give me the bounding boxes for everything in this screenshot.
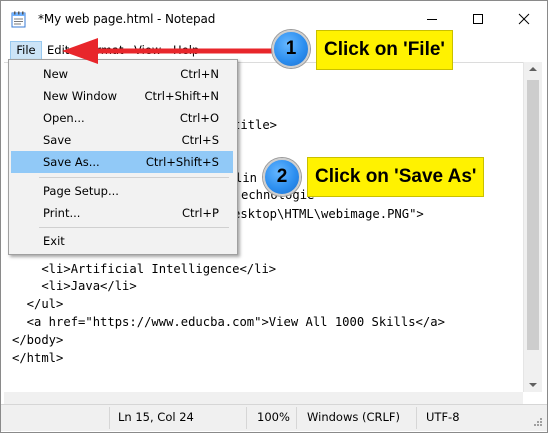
scroll-down-icon[interactable] bbox=[529, 382, 537, 388]
menu-separator bbox=[39, 227, 229, 228]
callout-save-as: Click on 'Save As' bbox=[307, 157, 485, 197]
status-divider bbox=[246, 407, 247, 429]
menu-item-exit[interactable]: Exit bbox=[11, 230, 233, 252]
code-line: lin bbox=[235, 171, 258, 185]
status-divider bbox=[416, 407, 417, 429]
code-line: <li>Java</li> bbox=[12, 279, 137, 293]
horizontal-scrollbar[interactable] bbox=[4, 392, 523, 404]
menu-edit[interactable]: Edit bbox=[47, 42, 69, 59]
close-button[interactable] bbox=[501, 1, 547, 37]
status-divider bbox=[296, 407, 297, 429]
resize-grip-icon[interactable] bbox=[531, 417, 543, 429]
step-badge-2: 2 bbox=[263, 158, 301, 196]
scroll-up-icon[interactable] bbox=[529, 66, 537, 72]
cursor-position: Ln 15, Col 24 bbox=[118, 410, 194, 424]
step-badge-1: 1 bbox=[272, 30, 310, 68]
vertical-scrollbar[interactable] bbox=[523, 62, 542, 392]
menu-item-new-window[interactable]: New Window Ctrl+Shift+N bbox=[11, 85, 233, 107]
encoding: UTF-8 bbox=[426, 410, 460, 424]
code-line: esktop\HTML\webimage.PNG"> bbox=[233, 207, 424, 221]
menu-item-open[interactable]: Open... Ctrl+O bbox=[11, 107, 233, 129]
window-title: *My web page.html - Notepad bbox=[38, 12, 216, 26]
code-line: </html> bbox=[12, 351, 64, 365]
status-bar: Ln 15, Col 24 100% Windows (CRLF) UTF-8 bbox=[1, 404, 547, 431]
scroll-thumb[interactable] bbox=[527, 80, 539, 350]
close-icon bbox=[518, 13, 530, 25]
minimize-icon bbox=[427, 19, 437, 20]
status-divider bbox=[109, 407, 110, 429]
file-menu-dropdown: New Ctrl+N New Window Ctrl+Shift+N Open.… bbox=[8, 59, 238, 255]
code-line: <a href="https://www.educba.com">View Al… bbox=[12, 315, 445, 329]
line-ending: Windows (CRLF) bbox=[307, 410, 401, 424]
notepad-icon bbox=[11, 11, 26, 28]
code-line: </ul> bbox=[12, 297, 64, 311]
menu-separator bbox=[39, 177, 229, 178]
menu-view[interactable]: View bbox=[134, 42, 161, 59]
menu-item-print[interactable]: Print... Ctrl+P bbox=[11, 202, 233, 224]
menu-format[interactable]: Format bbox=[83, 42, 124, 59]
menu-file[interactable]: File bbox=[10, 41, 42, 60]
menu-item-page-setup[interactable]: Page Setup... bbox=[11, 180, 233, 202]
maximize-button[interactable] bbox=[455, 1, 501, 37]
code-line: title> bbox=[233, 118, 278, 132]
menu-item-new[interactable]: New Ctrl+N bbox=[11, 63, 233, 85]
menu-help[interactable]: Help bbox=[173, 42, 199, 59]
title-bar[interactable]: *My web page.html - Notepad bbox=[1, 1, 547, 37]
maximize-icon bbox=[473, 14, 483, 24]
code-line: <li>Artificial Intelligence</li> bbox=[12, 262, 277, 276]
zoom-level: 100% bbox=[257, 410, 290, 424]
menu-item-save[interactable]: Save Ctrl+S bbox=[11, 129, 233, 151]
menu-item-save-as[interactable]: Save As... Ctrl+Shift+S bbox=[11, 151, 233, 173]
code-line: </body> bbox=[12, 333, 64, 347]
callout-file: Click on 'File' bbox=[316, 30, 453, 70]
